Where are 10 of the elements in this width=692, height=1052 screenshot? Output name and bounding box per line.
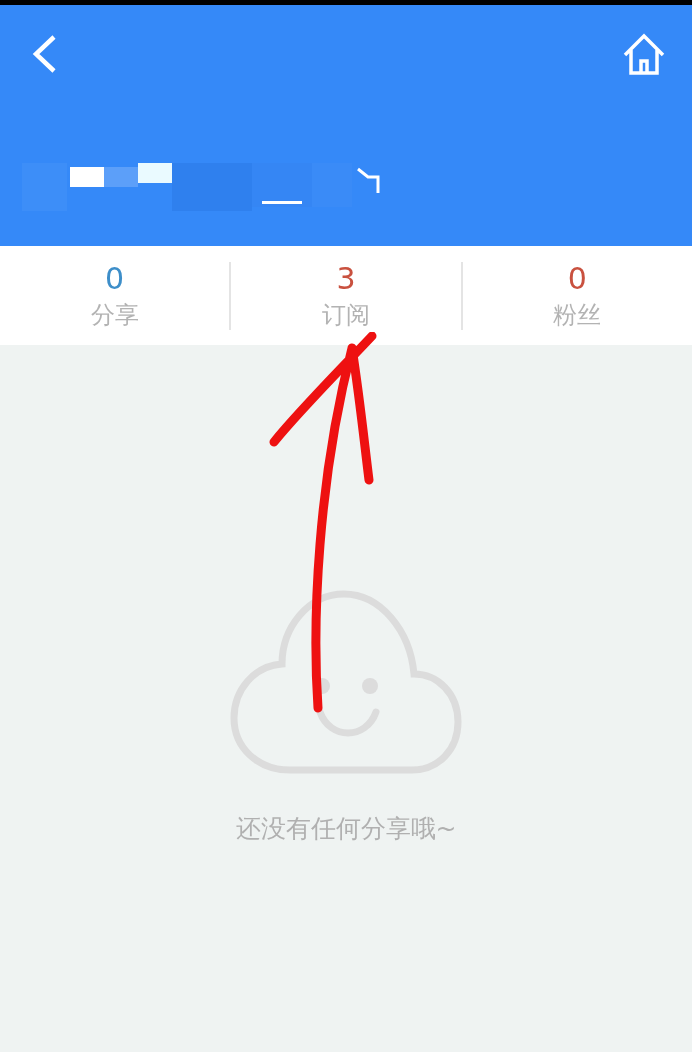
- stat-label: 粉丝: [553, 299, 602, 330]
- empty-message: 还没有任何分享哦~: [235, 813, 457, 845]
- stat-label: 订阅: [322, 299, 370, 330]
- stat-count: 3: [336, 261, 356, 296]
- stat-label: 分享: [90, 299, 139, 330]
- home-icon[interactable]: [622, 33, 666, 75]
- stat-count: 0: [105, 261, 125, 296]
- stat-count: 0: [567, 261, 587, 296]
- cloud-smiley-icon: [230, 590, 462, 774]
- back-icon[interactable]: [30, 34, 58, 74]
